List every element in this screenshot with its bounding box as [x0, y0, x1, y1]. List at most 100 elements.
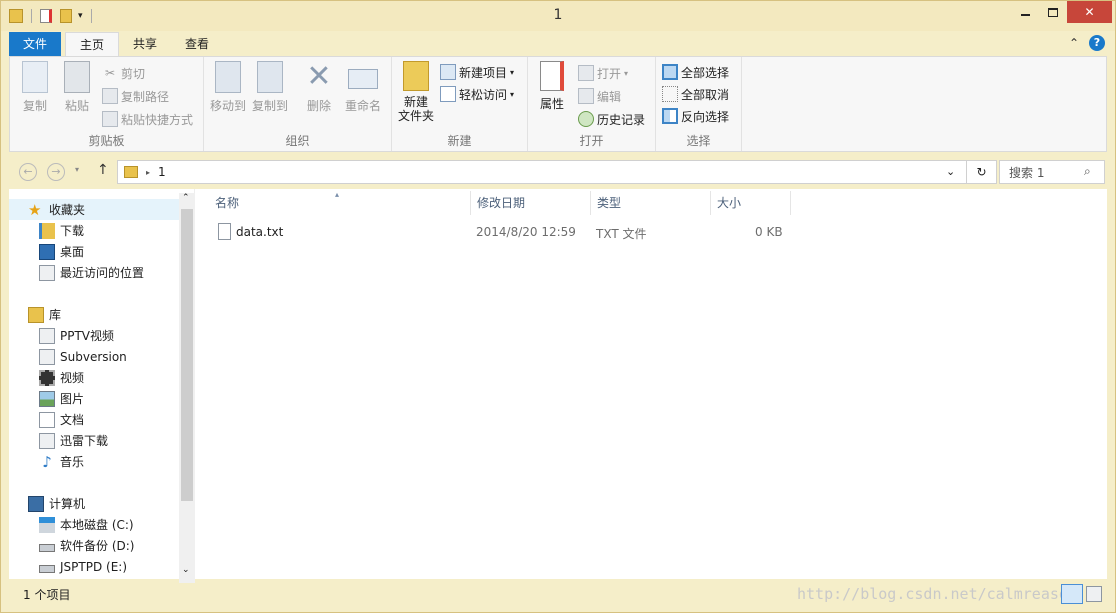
refresh-icon[interactable]: ↻: [966, 161, 996, 183]
sidebar-item-subversion[interactable]: Subversion: [39, 346, 127, 367]
copy-button[interactable]: 复制: [16, 61, 54, 114]
edit-button[interactable]: 编辑: [578, 86, 621, 106]
sidebar-item-label: 本地磁盘 (C:): [60, 518, 134, 532]
sidebar-item-libraries[interactable]: 库: [28, 304, 61, 325]
tab-home[interactable]: 主页: [65, 32, 120, 56]
easy-access-button[interactable]: 轻松访问 ▾: [440, 84, 514, 104]
sidebar-item-desktop[interactable]: 桌面: [39, 241, 84, 262]
sidebar-item-pptv[interactable]: PPTV视频: [39, 325, 114, 346]
sidebar-item-computer[interactable]: 计算机: [28, 493, 85, 514]
history-button[interactable]: 历史记录: [578, 109, 645, 129]
back-icon[interactable]: ←: [19, 163, 37, 181]
breadcrumb-separator-icon[interactable]: ▸: [146, 168, 150, 177]
select-all-button[interactable]: 全部选择: [662, 62, 729, 82]
forward-icon[interactable]: →: [47, 163, 65, 181]
folder-icon: [403, 61, 429, 91]
new-folder-label: 新建 文件夹: [397, 95, 434, 123]
close-button[interactable]: ✕: [1067, 1, 1112, 23]
sidebar-item-documents[interactable]: 文档: [39, 409, 84, 430]
edit-icon: [578, 88, 594, 104]
tab-share[interactable]: 共享: [119, 32, 171, 56]
column-header-type[interactable]: 类型: [591, 191, 711, 215]
text-file-icon: [218, 223, 231, 240]
delete-button[interactable]: ✕ 删除: [302, 61, 336, 114]
sidebar-item-drive-c[interactable]: 本地磁盘 (C:): [39, 514, 134, 535]
open-group: 属性 打开 ▾ 编辑 历史记录 打开: [528, 57, 656, 151]
sidebar-item-drive-d[interactable]: 软件备份 (D:): [39, 535, 134, 556]
search-box[interactable]: 搜索 1 ⌕: [999, 160, 1105, 184]
up-icon[interactable]: ↑: [97, 162, 109, 178]
move-to-button[interactable]: 移动到: [208, 61, 248, 114]
open-button[interactable]: 打开 ▾: [578, 63, 628, 83]
sidebar-item-downloads[interactable]: 下载: [39, 220, 84, 241]
film-icon: [39, 369, 55, 386]
maximize-button[interactable]: [1039, 1, 1067, 23]
nav-scrollbar[interactable]: ⌃ ⌄: [179, 193, 195, 583]
new-group: 新建 文件夹 新建项目 ▾ 轻松访问 ▾ 新建: [392, 57, 528, 151]
search-icon[interactable]: ⌕: [1084, 164, 1091, 179]
invert-selection-button[interactable]: 反向选择: [662, 106, 729, 126]
copy-to-label: 复制到: [251, 99, 288, 113]
copy-path-label: 复制路径: [121, 89, 170, 104]
star-icon: ★: [28, 200, 42, 219]
address-bar[interactable]: ▸ 1 ⌄ ↻: [117, 160, 997, 184]
column-header-size[interactable]: 大小: [711, 191, 791, 215]
search-input[interactable]: 搜索 1: [1009, 164, 1044, 181]
paste-button[interactable]: 粘贴: [58, 61, 96, 114]
library-icon: [39, 432, 55, 449]
help-icon[interactable]: ?: [1089, 35, 1105, 51]
tab-view[interactable]: 查看: [171, 32, 223, 56]
sidebar-item-videos[interactable]: 视频: [39, 367, 84, 388]
sidebar-item-music[interactable]: ♪ 音乐: [39, 451, 84, 472]
sidebar-item-recent[interactable]: 最近访问的位置: [39, 262, 144, 283]
organize-group-label: 组织: [285, 134, 310, 148]
delete-icon: ✕: [306, 59, 332, 94]
details-view-icon[interactable]: [1061, 584, 1083, 604]
drive-icon: [39, 564, 55, 573]
downloads-icon: [39, 222, 55, 239]
large-icons-view-icon[interactable]: [1086, 586, 1102, 602]
properties-button[interactable]: 属性: [534, 61, 570, 112]
address-dropdown-icon[interactable]: ⌄: [946, 165, 955, 178]
ribbon: 复制 粘贴 ✂ 剪切 复制路径 粘贴快捷方式 剪贴板 移动到 复制到 ✕ 删除: [9, 56, 1107, 152]
rename-button[interactable]: 重命名: [340, 61, 386, 114]
history-icon: [578, 111, 594, 127]
sidebar-item-label: 桌面: [60, 245, 85, 259]
file-name[interactable]: data.txt: [236, 225, 283, 239]
new-item-button[interactable]: 新建项目 ▾: [440, 62, 514, 82]
new-folder-button[interactable]: 新建 文件夹: [396, 61, 436, 123]
invert-selection-icon: [662, 108, 678, 124]
move-to-label: 移动到: [209, 99, 246, 113]
breadcrumb-item[interactable]: 1: [158, 165, 166, 179]
collapse-ribbon-icon[interactable]: ⌃: [1069, 36, 1079, 50]
scroll-up-icon[interactable]: ⌃: [182, 193, 190, 203]
dropdown-arrow-icon: ▾: [510, 67, 515, 77]
sidebar-item-xunlei[interactable]: 迅雷下载: [39, 430, 108, 451]
file-date: 2014/8/20 12:59: [476, 225, 576, 239]
copy-to-button[interactable]: 复制到: [250, 61, 290, 114]
status-bar: 1 个项目 http://blog.csdn.net/calmreason: [9, 581, 1107, 607]
scroll-down-icon[interactable]: ⌄: [182, 565, 190, 575]
minimize-button[interactable]: [1011, 1, 1039, 23]
dropdown-arrow-icon: ▾: [624, 68, 629, 78]
organize-group: 移动到 复制到 ✕ 删除 重命名 组织: [204, 57, 392, 151]
paste-icon: [64, 61, 90, 93]
cut-button[interactable]: ✂ 剪切: [102, 63, 145, 83]
copy-path-button[interactable]: 复制路径: [102, 86, 169, 106]
column-header-name[interactable]: 名称 ▴: [209, 190, 471, 215]
navigation-bar: ← → ▾ ↑ ▸ 1 ⌄ ↻ 搜索 1 ⌕: [9, 158, 1107, 186]
sidebar-item-favorites[interactable]: ★ 收藏夹: [9, 199, 179, 220]
paste-shortcut-button[interactable]: 粘贴快捷方式: [102, 109, 193, 129]
column-header-date[interactable]: 修改日期: [471, 191, 591, 215]
tab-file[interactable]: 文件: [9, 32, 62, 56]
sidebar-item-pictures[interactable]: 图片: [39, 388, 84, 409]
scrollbar-thumb[interactable]: [181, 209, 193, 501]
sidebar-item-drive-e[interactable]: JSPTPD (E:): [39, 556, 127, 577]
sort-ascending-icon: ▴: [335, 190, 340, 199]
recent-locations-icon[interactable]: ▾: [75, 165, 79, 174]
select-none-button[interactable]: 全部取消: [662, 84, 729, 104]
sidebar-item-label: 软件备份 (D:): [60, 539, 135, 553]
sidebar-item-label: 文档: [60, 413, 85, 427]
maximize-icon: [1048, 7, 1058, 17]
dropdown-arrow-icon: ▾: [510, 89, 515, 99]
